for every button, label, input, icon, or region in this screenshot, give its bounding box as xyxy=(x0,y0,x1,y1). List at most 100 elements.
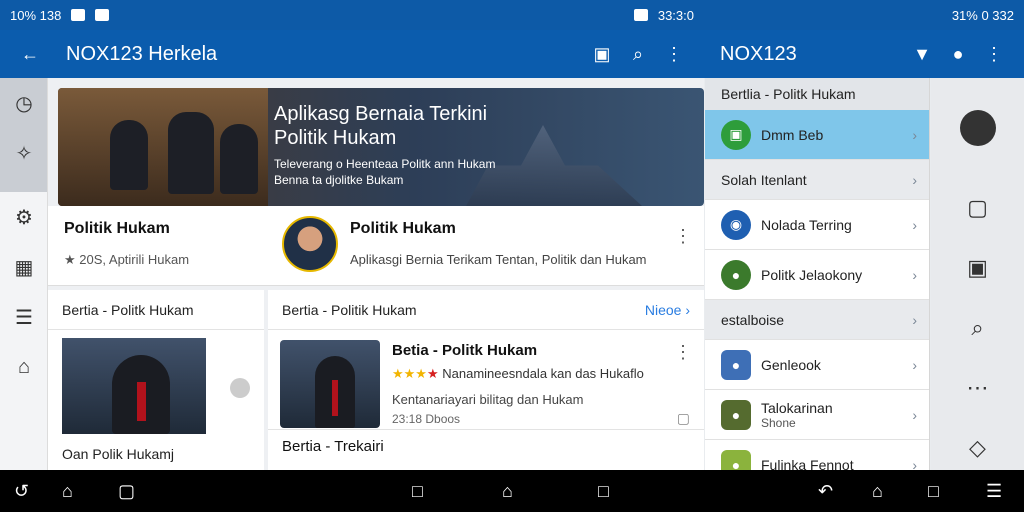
search-icon[interactable]: ⌕ xyxy=(620,36,656,72)
featured-left[interactable]: Politik Hukam ★ 20S, Aptirili Hukam xyxy=(64,220,189,268)
more-vert-icon[interactable]: ⋮ xyxy=(976,36,1012,72)
list-item[interactable]: estalboise › xyxy=(705,300,929,340)
square-icon[interactable]: □ xyxy=(412,481,423,502)
back-icon[interactable]: ↶ xyxy=(818,481,833,502)
home-icon[interactable]: ⌂ xyxy=(872,481,883,502)
note-icon[interactable]: ▣ xyxy=(931,238,1024,298)
main-content: Aplikasg Bernaia Terkini Politik Hukam T… xyxy=(48,78,704,470)
home-icon[interactable]: ⌂ xyxy=(62,481,73,502)
news-item-meta: 23:18 Dboos xyxy=(392,412,461,426)
carousel-next-icon[interactable] xyxy=(230,378,250,398)
chevron-right-icon: › xyxy=(912,126,917,143)
see-more-link[interactable]: Nieoe › xyxy=(645,302,690,318)
status-clock: 33:3:0 xyxy=(657,7,694,23)
list-item[interactable]: ◉ Nolada Terring › xyxy=(705,200,929,250)
chat-icon[interactable]: ▣ xyxy=(584,36,620,72)
list-item-label: Genleook xyxy=(761,356,821,373)
news-thumbnail[interactable] xyxy=(62,338,206,434)
app-icon: ● xyxy=(721,259,751,290)
featured-right-text: Politik Hukam Aplikasgi Bernia Terikam T… xyxy=(350,220,647,272)
list-item-label: Politk Jelaokony xyxy=(761,266,863,283)
signal-icon xyxy=(71,9,86,21)
more-vert-icon[interactable]: ⋮ xyxy=(656,36,692,72)
app-title: NOX123 Herkela xyxy=(66,42,218,65)
news-item[interactable]: Betia - Politk Hukam ★★★★ Nanamineesndal… xyxy=(268,330,704,430)
battery-icon xyxy=(95,9,110,21)
list-item[interactable]: ● Politk Jelaokony › xyxy=(705,250,929,300)
news-item-title: Betia - Politk Hukam xyxy=(392,342,538,359)
list-item-sub: Shone xyxy=(761,415,796,430)
rotate-icon[interactable]: ↺ xyxy=(14,481,29,502)
news-item-desc2: Kentanariayari bilitag dan Hukam xyxy=(392,392,584,407)
bookmark-icon[interactable]: ▢ xyxy=(677,410,690,427)
banner-subtitle: Televerang o Heenteaa Politk ann Hukam B… xyxy=(274,157,496,187)
chevron-right-icon: › xyxy=(912,216,917,233)
avatar: ● xyxy=(721,399,751,430)
home-icon[interactable]: ⌂ xyxy=(0,342,48,392)
panel-a-header: Bertia - Politk Hukam xyxy=(48,290,264,330)
app-icon: ◉ xyxy=(721,209,751,240)
square-icon[interactable]: □ xyxy=(598,481,609,502)
chevron-right-icon: › xyxy=(912,356,917,373)
grid-icon[interactable]: ▦ xyxy=(0,242,48,292)
app-bar-left: ← NOX123 Herkela ▣ ⌕ ⋮ xyxy=(0,30,704,78)
right-nav-rail: ▢ ▣ ⌕ ⋯ ◇ xyxy=(931,78,1024,470)
menu-icon[interactable]: ☰ xyxy=(986,481,1002,502)
list-item[interactable]: ● Talokarinan Shone › xyxy=(705,390,929,440)
system-nav-bar: ↺ ⌂ ▢ □ ⌂ □ ↶ ⌂ □ ☰ xyxy=(0,470,1024,512)
left-nav-rail: ◷ ✧ ⚙ ▦ ☰ ⌂ xyxy=(0,78,48,470)
featured-right[interactable]: Politik Hukam Aplikasgi Bernia Terikam T… xyxy=(282,216,647,272)
profile-icon[interactable] xyxy=(931,78,1024,178)
search-icon[interactable]: ⌕ xyxy=(931,298,1024,358)
banner-person xyxy=(110,120,148,190)
camera-icon[interactable]: ▢ xyxy=(931,178,1024,238)
avatar: ● xyxy=(721,349,751,380)
chevron-right-icon: › xyxy=(912,171,917,188)
list-item-label: Dmm Beb xyxy=(761,126,824,143)
chevron-right-icon: › xyxy=(912,456,917,471)
rating-stars-icon: ★★★ xyxy=(392,366,427,381)
news-item-thumbnail xyxy=(280,340,380,428)
rating-star-red-icon: ★ xyxy=(426,366,439,381)
panel-b-header: Bertia - Politik Hukam Nieoe › xyxy=(268,290,704,330)
featured-left-meta: ★ 20S, Aptirili Hukam xyxy=(64,252,190,267)
list-icon[interactable]: ☰ xyxy=(0,292,48,342)
shape-icon[interactable]: ◇ xyxy=(931,418,1024,478)
news-item-desc1-text: Nanamineesndala kan das Hukaflo xyxy=(442,366,644,381)
list-item[interactable]: ● Fulinka Fennot › xyxy=(705,440,929,470)
news-panel-a: Bertia - Politk Hukam Oan Polik Hukamj xyxy=(48,290,264,470)
wifi-icon xyxy=(633,9,648,21)
featured-right-title: Politik Hukam xyxy=(350,220,456,237)
status-bar-right: 31% 0 332 xyxy=(704,0,1024,30)
status-time-left: 10% 138 xyxy=(10,7,62,23)
recent-apps-icon[interactable]: ▢ xyxy=(118,481,135,502)
star-icon[interactable]: ✧ xyxy=(0,128,48,178)
list-item[interactable]: ● Genleook › xyxy=(705,340,929,390)
news-tie xyxy=(332,380,338,416)
right-list-panel: Bertlia - Politk Hukam ▣ Dmm Beb › Solah… xyxy=(705,78,930,470)
clock-icon[interactable]: ◷ xyxy=(0,78,48,128)
status-right-text: 31% 0 332 xyxy=(951,7,1014,23)
next-news-title[interactable]: Bertia - Trekairi xyxy=(268,430,704,463)
featured-right-desc: Aplikasgi Bernia Terikam Tentan, Politik… xyxy=(350,252,647,267)
featured-row: Politik Hukam ★ 20S, Aptirili Hukam Poli… xyxy=(48,206,704,286)
settings-icon[interactable]: ⚙ xyxy=(0,192,48,242)
featured-left-title: Politik Hukam xyxy=(64,220,170,237)
list-item[interactable]: ▣ Dmm Beb › xyxy=(705,110,929,160)
panel-a-footer: Oan Polik Hukamj xyxy=(62,446,175,462)
filter-icon[interactable]: ▼ xyxy=(904,36,940,72)
profile-icon[interactable]: ● xyxy=(940,36,976,72)
more-vert-icon[interactable]: ⋮ xyxy=(674,342,692,363)
list-item-label: Nolada Terring xyxy=(761,216,852,233)
chevron-right-icon: › xyxy=(912,406,917,423)
more-vert-icon[interactable]: ⋮ xyxy=(674,226,692,247)
home-icon[interactable]: ⌂ xyxy=(502,481,513,502)
recent-apps-icon[interactable]: □ xyxy=(928,481,939,502)
more-horiz-icon[interactable]: ⋯ xyxy=(931,358,1024,418)
list-item[interactable]: Solah Itenlant › xyxy=(705,160,929,200)
list-item-label: Solah Itenlant xyxy=(721,171,807,188)
chevron-right-icon: › xyxy=(912,311,917,328)
hero-banner[interactable]: Aplikasg Bernaia Terkini Politik Hukam T… xyxy=(58,88,704,206)
news-tie xyxy=(136,382,146,421)
back-arrow-icon[interactable]: ← xyxy=(12,36,48,72)
